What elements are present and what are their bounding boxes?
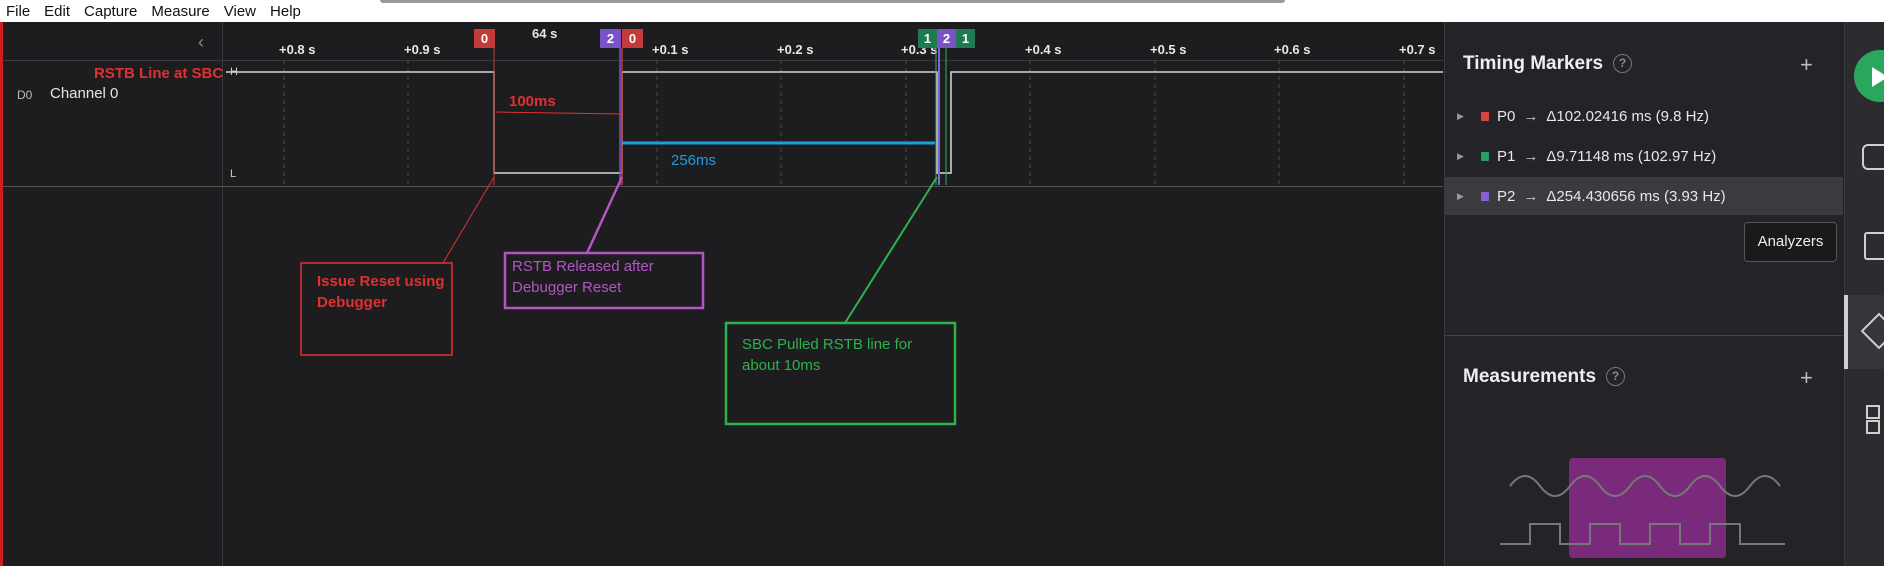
arrow-right-icon: →	[1523, 107, 1539, 125]
menu-file[interactable]: File	[0, 3, 38, 20]
timing-markers-title: Timing Markers	[1463, 53, 1604, 74]
top-time-label: 64 s	[532, 26, 558, 41]
menu-help[interactable]: Help	[264, 3, 309, 20]
add-measurement-button[interactable]: +	[1800, 365, 1813, 391]
rstb-released-text: RSTB Released after Debugger Reset	[512, 256, 654, 298]
menu-bar: File Edit Capture Measure View Help	[0, 0, 1884, 22]
time-tick: +0.7 s	[1399, 42, 1436, 57]
high-level-label: H	[230, 66, 238, 78]
add-timing-marker-button[interactable]: +	[1800, 52, 1813, 78]
marker-flag-p2[interactable]: 2	[937, 29, 956, 48]
time-tick: +0.9 s	[404, 42, 441, 57]
marker-name: P2	[1497, 187, 1516, 205]
help-icon[interactable]: ?	[1613, 54, 1633, 74]
collapse-arrow-icon[interactable]: ‹	[198, 32, 204, 53]
sbc-pulled-line-1: SBC Pulled RSTB line for	[742, 336, 913, 353]
menu-capture[interactable]: Capture	[78, 3, 145, 20]
marker-flag-p2[interactable]: 2	[600, 29, 621, 48]
play-icon	[1872, 67, 1884, 87]
marker-delta: Δ9.71148 ms (102.97 Hz)	[1546, 147, 1717, 165]
extensions-icon-part	[1866, 420, 1880, 434]
low-level-label: L	[230, 168, 237, 180]
channel-name[interactable]: Channel 0	[50, 85, 118, 102]
active-tab-indicator	[1844, 295, 1848, 369]
time-tick: +0.2 s	[777, 42, 814, 57]
right-icon-bar	[1844, 22, 1884, 566]
marker-delta: Δ254.430656 ms (3.93 Hz)	[1546, 187, 1726, 205]
timing-marker-row-p2[interactable]: ▶ P2 → Δ254.430656 ms (3.93 Hz)	[1445, 177, 1843, 215]
annotation-100ms: 100ms	[509, 93, 556, 110]
analyzers-icon[interactable]	[1864, 232, 1884, 260]
rstb-line-label: RSTB Line at SBC	[94, 65, 224, 82]
time-tick: +0.4 s	[1025, 42, 1062, 57]
marker-flag-p1[interactable]: 1	[918, 29, 937, 48]
marker-name: P1	[1497, 147, 1516, 165]
marker-flag-p1[interactable]: 1	[956, 29, 975, 48]
time-tick: +0.6 s	[1274, 42, 1311, 57]
menu-view[interactable]: View	[218, 3, 264, 20]
time-tick: +0.8 s	[279, 42, 316, 57]
time-tick: +0.1 s	[652, 42, 689, 57]
marker-flag-icon	[1481, 111, 1489, 121]
issue-reset-line-1: Issue Reset using	[317, 273, 445, 290]
marker-name: P0	[1497, 107, 1516, 125]
marker-flag-p0[interactable]: 0	[622, 29, 643, 48]
rstb-released-line-2: Debugger Reset	[512, 279, 622, 296]
section-divider	[1445, 335, 1843, 336]
expand-caret-icon[interactable]: ▶	[1457, 151, 1469, 162]
marker-delta: Δ102.02416 ms (9.8 Hz)	[1546, 107, 1709, 125]
issue-reset-line-2: Debugger	[317, 294, 388, 311]
annotation-256ms: 256ms	[671, 152, 717, 169]
expand-caret-icon[interactable]: ▶	[1457, 191, 1469, 202]
rstb-released-line-1: RSTB Released after	[512, 258, 654, 275]
time-tick: +0.5 s	[1150, 42, 1187, 57]
measurements-header: Measurements?	[1463, 366, 1626, 388]
menu-edit[interactable]: Edit	[38, 3, 78, 20]
device-icon[interactable]	[1862, 144, 1884, 170]
marker-flag-icon	[1481, 191, 1489, 201]
measurements-title: Measurements	[1463, 366, 1597, 387]
channel-id: D0	[17, 88, 33, 102]
sbc-pulled-line-2: about 10ms	[742, 357, 821, 374]
title-strip	[380, 0, 1285, 3]
issue-reset-text: Issue Reset using Debugger	[317, 271, 445, 313]
arrow-right-icon: →	[1523, 187, 1539, 205]
timing-markers-header: Timing Markers?	[1463, 53, 1633, 75]
sbc-pulled-text: SBC Pulled RSTB line for about 10ms	[742, 334, 912, 376]
analyzers-tooltip: Analyzers	[1744, 222, 1837, 262]
marker-flag-icon	[1481, 151, 1489, 161]
help-icon[interactable]: ?	[1606, 367, 1626, 387]
timing-marker-row-p0[interactable]: ▶ P0 → Δ102.02416 ms (9.8 Hz)	[1445, 97, 1843, 135]
timing-marker-row-p1[interactable]: ▶ P1 → Δ9.71148 ms (102.97 Hz)	[1445, 137, 1843, 175]
measurements-illustration	[1500, 458, 1785, 558]
menu-measure[interactable]: Measure	[145, 3, 217, 20]
arrow-right-icon: →	[1523, 147, 1539, 165]
right-sidebar: Timing Markers? + ▶ P0 → Δ102.02416 ms (…	[1444, 22, 1845, 566]
marker-flag-p0[interactable]: 0	[474, 29, 495, 48]
extensions-icon[interactable]	[1866, 405, 1880, 419]
expand-caret-icon[interactable]: ▶	[1457, 111, 1469, 122]
